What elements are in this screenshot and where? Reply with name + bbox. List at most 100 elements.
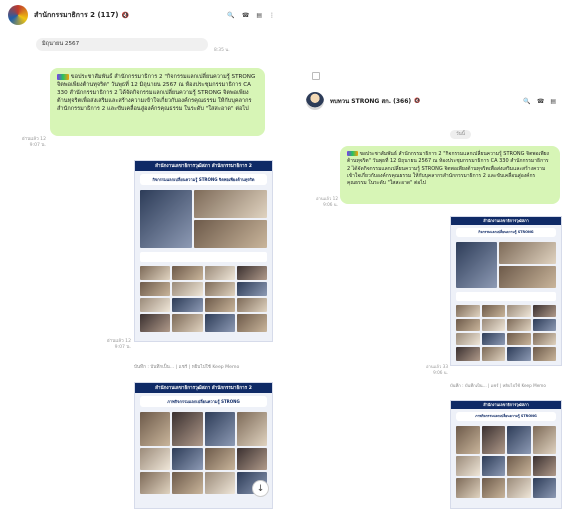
photo [456,242,497,288]
poster-header: สำนักงานเลขาธิการวุฒิสภา สำนักกรรมาธิการ… [135,161,272,171]
sender-emoji-icon [347,151,358,156]
photo [532,347,556,361]
photo [532,426,556,454]
photo [140,298,171,312]
photo [456,456,480,476]
message-text: ขอประชาสัมพันธ์ สำนักกรรมาธิการ 2 "กิจกร… [347,151,549,186]
photo [236,282,267,296]
notes-icon[interactable]: ▤ [550,98,556,105]
photo [507,478,531,498]
poster-title: ภาพกิจกรรมแลกเปลี่ยนความรู้ STRONG [456,412,556,421]
search-icon[interactable]: 🔍 [227,12,234,19]
photo [172,412,203,446]
poster-caption-block [140,252,267,262]
photo [172,298,203,312]
poster-photos-bottom [135,264,272,334]
message-time: 9:07 น. [114,345,131,351]
photo [204,266,235,280]
photo [204,314,235,332]
photo [532,478,556,498]
photo [172,314,203,332]
header-actions: 🔍 ☎ ▤ [523,98,556,105]
previous-message-text: มิถุนายน 2567 [42,41,80,47]
photo [140,412,171,446]
photo [456,333,480,345]
photo [507,333,531,345]
photo [456,347,480,361]
group-avatar[interactable] [306,92,324,110]
phone-icon[interactable]: ☎ [537,98,544,105]
photo [194,220,267,248]
photo [481,478,505,498]
message-text: ขอประชาสัมพันธ์ สำนักกรรมาธิการ 2 "กิจกร… [57,74,256,113]
text-message-bubble[interactable]: ขอประชาสัมพันธ์ สำนักกรรมาธิการ 2 "กิจกร… [340,146,560,204]
text-message-bubble[interactable]: ขอประชาสัมพันธ์ สำนักกรรมาธิการ 2 "กิจกร… [50,68,265,136]
chat-title: ทบทวน STRONG สก. (366) [330,98,412,105]
image-message-1-meta: อ่านแล้ว 12 9:07 น. [86,339,131,352]
photo [172,266,203,280]
image-message-2[interactable]: สำนักงานเลขาธิการวุฒิสภา ภาพกิจกรรมแลกเป… [450,400,562,509]
photo [140,314,171,332]
photo [456,426,480,454]
group-avatar[interactable] [8,5,28,25]
message-time: 9:06 น. [323,201,338,207]
scroll-down-button[interactable]: ↓ [252,480,269,497]
keep-memo-actions[interactable]: บันทึก : บันทึกเป็น... | แชร์ | หยิบไปใช… [450,382,546,389]
photo [507,319,531,331]
search-icon[interactable]: 🔍 [523,98,530,105]
poster-photos-top [451,240,561,290]
mute-icon: 🔇 [121,11,129,19]
poster-caption-block [456,292,556,301]
chat-header: ทบทวน STRONG สก. (366) 🔇 🔍 ☎ ▤ [300,88,562,114]
photo [140,448,171,470]
phone-icon[interactable]: ☎ [242,12,249,19]
photo [140,190,193,248]
image-message-1-meta: อ่านแล้ว 33 9:06 น. [410,364,448,376]
chat-pane-right: ทบทวน STRONG สก. (366) 🔇 🔍 ☎ ▤ วันนี้ ขอ… [300,68,562,509]
photo [532,319,556,331]
previous-message: มิถุนายน 2567 [36,38,208,51]
poster-title: กิจกรรมแลกเปลี่ยนความรู้ STRONG จิตพอเพี… [140,174,267,185]
photo [481,333,505,345]
photo [236,448,267,470]
poster-header: สำนักงานเลขาธิการวุฒิสภา สำนักกรรมาธิการ… [135,383,272,393]
photo [507,347,531,361]
poster-title: ภาพกิจกรรมแลกเปลี่ยนความรู้ STRONG [140,396,267,407]
photo [456,305,480,317]
image-message-1[interactable]: สำนักงานเลขาธิการวุฒิสภา กิจกรรมแลกเปลี่… [450,216,562,366]
photo [140,266,171,280]
poster-photos [451,424,561,500]
chat-header: สำนักกรรมาธิการ 2 (117) 🔇 🔍 ☎ ▤ ⋮ [0,0,283,30]
arrow-down-icon: ↓ [256,483,265,494]
photo [481,319,505,331]
day-separator: วันนี้ [450,130,471,139]
notes-icon[interactable]: ▤ [256,12,262,19]
photo [507,305,531,317]
photo [507,456,531,476]
photo [172,448,203,470]
more-icon[interactable]: ⋮ [269,12,275,19]
photo [532,305,556,317]
image-message-1[interactable]: สำนักงานเลขาธิการวุฒิสภา สำนักกรรมาธิการ… [134,160,273,342]
photo [481,456,505,476]
photo [204,282,235,296]
photo [172,472,203,494]
photo [236,298,267,312]
photo [204,412,235,446]
photo [140,472,171,494]
keep-memo-actions[interactable]: บันทึก : บันทึกเป็น... | แชร์ | หยิบไปใช… [134,364,239,371]
poster-photos [135,410,272,496]
photo [456,478,480,498]
mute-icon: 🔇 [414,98,421,104]
photo [204,298,235,312]
photo [481,426,505,454]
photo [507,426,531,454]
photo [456,319,480,331]
photo [481,347,505,361]
photo [236,412,267,446]
poster-photos-top [135,188,272,250]
chat-pane-left: สำนักกรรมาธิการ 2 (117) 🔇 🔍 ☎ ▤ ⋮ มิถุนา… [0,0,283,509]
text-message-meta: อ่านแล้ว 12 9:06 น. [304,196,338,208]
text-message-meta: อ่านแล้ว 12 9:07 น. [12,137,46,150]
photo [204,448,235,470]
